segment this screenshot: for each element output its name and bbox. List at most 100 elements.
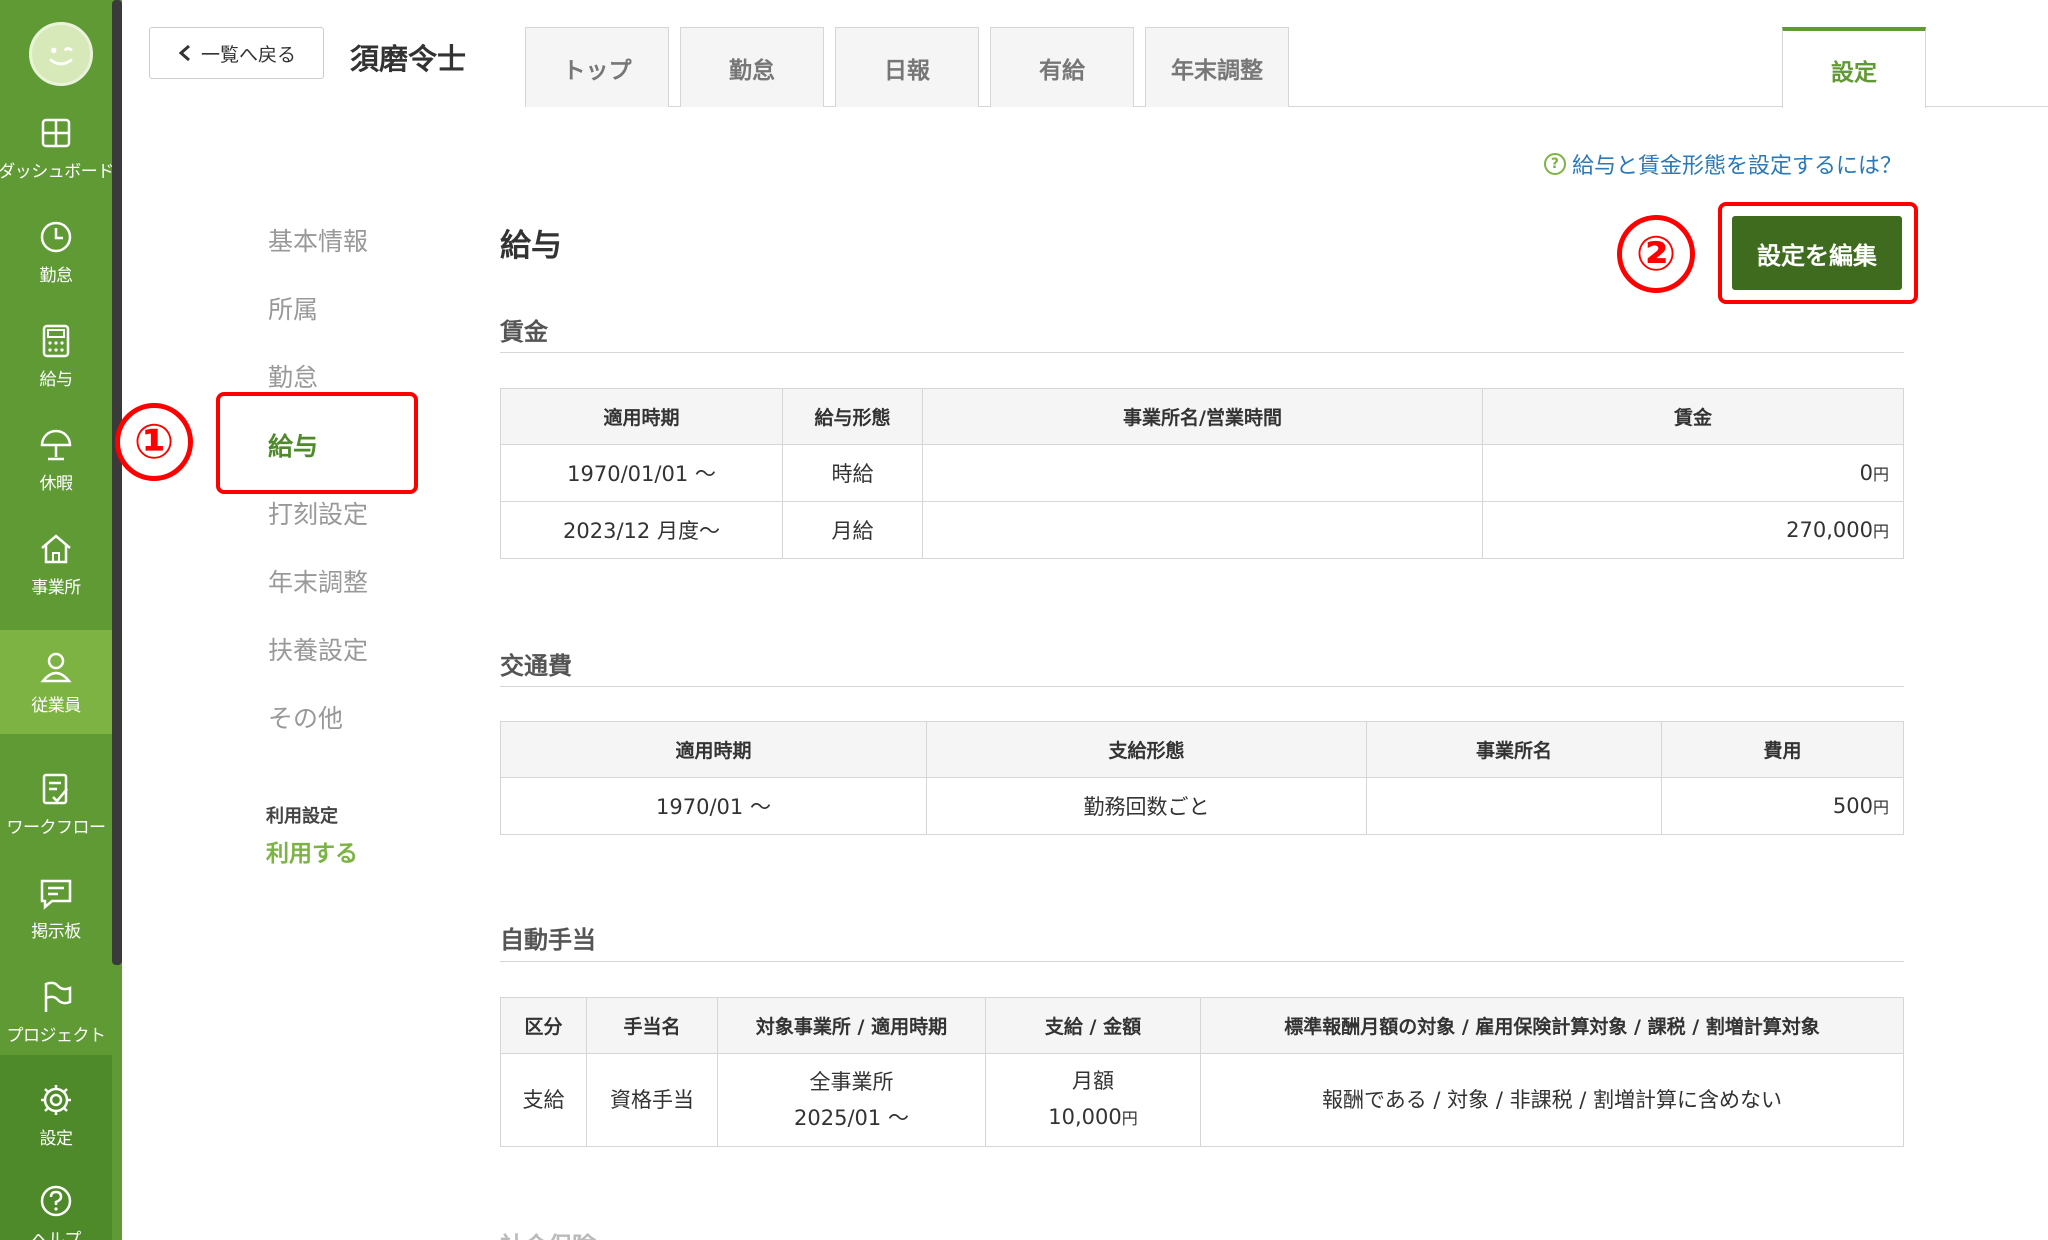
chevron-left-icon xyxy=(178,44,190,62)
submenu-other[interactable]: その他 xyxy=(268,699,343,735)
sidebar-item-dashboard[interactable]: ダッシュボード xyxy=(0,96,114,200)
allowance-table: 区分 手当名 対象事業所 / 適用時期 支給 / 金額 標準報酬月額の対象 / … xyxy=(500,997,1904,1147)
period-value: 2025/01 ～ xyxy=(794,1106,909,1130)
submenu-basic-info[interactable]: 基本情報 xyxy=(268,222,368,258)
cell-period: 1970/01 ～ xyxy=(500,777,927,835)
sidebar-item-label: 従業員 xyxy=(31,695,81,716)
submenu-dependents[interactable]: 扶養設定 xyxy=(268,631,368,667)
submenu-attendance[interactable]: 勤怠 xyxy=(268,358,318,394)
cell-period: 1970/01/01 ～ xyxy=(500,444,783,502)
tab-year-end-adjustment[interactable]: 年末調整 xyxy=(1145,27,1289,107)
submenu-year-end[interactable]: 年末調整 xyxy=(268,563,368,599)
sidebar-item-workflow[interactable]: ワークフロー xyxy=(0,752,112,856)
column-header: 適用時期 xyxy=(500,388,783,445)
column-header: 費用 xyxy=(1661,721,1904,778)
submenu-affiliation[interactable]: 所属 xyxy=(268,290,318,326)
table-row: 2023/12 月度～ 月給 270,000円 xyxy=(500,501,1904,559)
cell-amount: 270,000円 xyxy=(1482,501,1904,559)
table-row: 支給 資格手当 全事業所 2025/01 ～ 月額 10,000円 報酬である … xyxy=(500,1053,1904,1147)
checklist-icon xyxy=(42,773,68,804)
sidebar-item-label: 事業所 xyxy=(31,577,81,598)
sidebar-item-label: 勤怠 xyxy=(39,265,74,286)
column-header: 手当名 xyxy=(586,997,718,1054)
amount-value: 500 xyxy=(1832,794,1873,818)
section-divider xyxy=(500,352,1904,353)
amount-value: 270,000 xyxy=(1786,518,1873,542)
column-header: 支給 / 金額 xyxy=(985,997,1201,1054)
cell-flags: 報酬である / 対象 / 非課税 / 割増計算に含めない xyxy=(1200,1053,1904,1147)
tab-attendance[interactable]: 勤怠 xyxy=(680,27,824,107)
section-title-allowance: 自動手当 xyxy=(500,926,596,954)
section-title-social-insurance: 社会保険 xyxy=(500,1226,596,1240)
tab-top[interactable]: トップ xyxy=(525,27,669,107)
column-header: 賃金 xyxy=(1482,388,1904,445)
yen-unit: 円 xyxy=(1121,1109,1138,1128)
cell-category: 支給 xyxy=(500,1053,587,1147)
table-row: 1970/01/01 ～ 時給 0円 xyxy=(500,444,1904,502)
sidebar-item-label: ワークフロー xyxy=(6,817,107,838)
help-link[interactable]: ? 給与と賃金形態を設定するには？ xyxy=(1543,148,1902,180)
help-link-text: 給与と賃金形態を設定するには？ xyxy=(1571,154,1902,179)
avatar[interactable] xyxy=(29,22,93,86)
tab-daily-report[interactable]: 日報 xyxy=(835,27,979,107)
sidebar-item-attendance[interactable]: 勤怠 xyxy=(0,200,112,304)
tab-paid-leave[interactable]: 有給 xyxy=(990,27,1134,107)
sidebar-item-vacation[interactable]: 休暇 xyxy=(0,408,112,512)
column-header: 区分 xyxy=(500,997,587,1054)
usage-setting-value: 利用する xyxy=(266,841,358,867)
smile-face-icon xyxy=(49,47,73,66)
sidebar: ダッシュボード 勤怠 給与 休暇 事業所 従業員 ワークフロー 掲示板 プロジェ… xyxy=(0,0,122,1240)
sidebar-item-office[interactable]: 事業所 xyxy=(0,512,112,616)
section-title-wage: 賃金 xyxy=(500,318,548,346)
column-header: 適用時期 xyxy=(500,721,927,778)
annotation-number-1: ① xyxy=(115,403,193,481)
sidebar-item-help[interactable]: ヘルプ xyxy=(0,1175,112,1240)
sidebar-item-label: プロジェクト xyxy=(6,1025,107,1046)
submenu-clock-settings[interactable]: 打刻設定 xyxy=(268,495,368,531)
cell-amount: 0円 xyxy=(1482,444,1904,502)
cell-type: 時給 xyxy=(782,444,923,502)
column-header: 標準報酬月額の対象 / 雇用保険計算対象 / 課税 / 割増計算対象 xyxy=(1200,997,1904,1054)
chat-icon xyxy=(40,879,72,910)
home-icon xyxy=(41,533,71,563)
edit-settings-button[interactable]: 設定を編集 xyxy=(1732,216,1902,290)
sidebar-item-label: 設定 xyxy=(39,1128,74,1149)
back-button-label: 一覧へ戻る xyxy=(200,43,296,66)
wage-table: 適用時期 給与形態 事業所名/営業時間 賃金 1970/01/01 ～ 時給 0… xyxy=(500,388,1904,559)
sidebar-item-project[interactable]: プロジェクト xyxy=(0,960,112,1064)
cell-office xyxy=(1366,777,1662,835)
sidebar-item-board[interactable]: 掲示板 xyxy=(0,856,112,960)
column-header: 事業所名 xyxy=(1366,721,1662,778)
sidebar-item-payroll[interactable]: 給与 xyxy=(0,304,112,408)
cell-period: 2023/12 月度～ xyxy=(500,501,783,559)
cell-amount: 500円 xyxy=(1661,777,1904,835)
employee-name: 須磨令士 xyxy=(350,42,467,76)
cell-office xyxy=(922,444,1483,502)
dashboard-icon xyxy=(41,118,71,147)
column-header: 対象事業所 / 適用時期 xyxy=(717,997,986,1054)
sidebar-item-label: ダッシュボード xyxy=(0,161,114,182)
tab-settings[interactable]: 設定 xyxy=(1782,27,1926,108)
sidebar-item-settings[interactable]: 設定 xyxy=(0,1055,112,1175)
sidebar-scrollbar[interactable] xyxy=(112,0,122,965)
back-to-list-button[interactable]: 一覧へ戻る xyxy=(149,27,324,79)
cell-office-period: 全事業所 2025/01 ～ xyxy=(717,1053,986,1147)
sidebar-item-label: 掲示板 xyxy=(31,921,81,942)
annotation-number-2: ② xyxy=(1617,215,1695,293)
sidebar-item-employees[interactable]: 従業員 xyxy=(0,630,112,734)
sidebar-item-label: ヘルプ xyxy=(31,1230,81,1240)
annotation-box-payroll-menu xyxy=(216,392,418,494)
cell-type: 勤務回数ごと xyxy=(926,777,1367,835)
help-icon xyxy=(40,1185,72,1217)
yen-unit: 円 xyxy=(1872,522,1889,541)
amount-value: 10,000 xyxy=(1048,1105,1122,1129)
yen-unit: 円 xyxy=(1872,465,1889,484)
cell-pay-amount: 月額 10,000円 xyxy=(985,1053,1201,1147)
flag-icon xyxy=(44,981,72,1012)
section-divider xyxy=(500,961,1904,962)
person-icon xyxy=(40,652,72,682)
question-circle-icon: ? xyxy=(1543,153,1566,175)
gear-icon xyxy=(41,1084,71,1115)
cell-office xyxy=(922,501,1483,559)
table-row: 1970/01 ～ 勤務回数ごと 500円 xyxy=(500,777,1904,835)
